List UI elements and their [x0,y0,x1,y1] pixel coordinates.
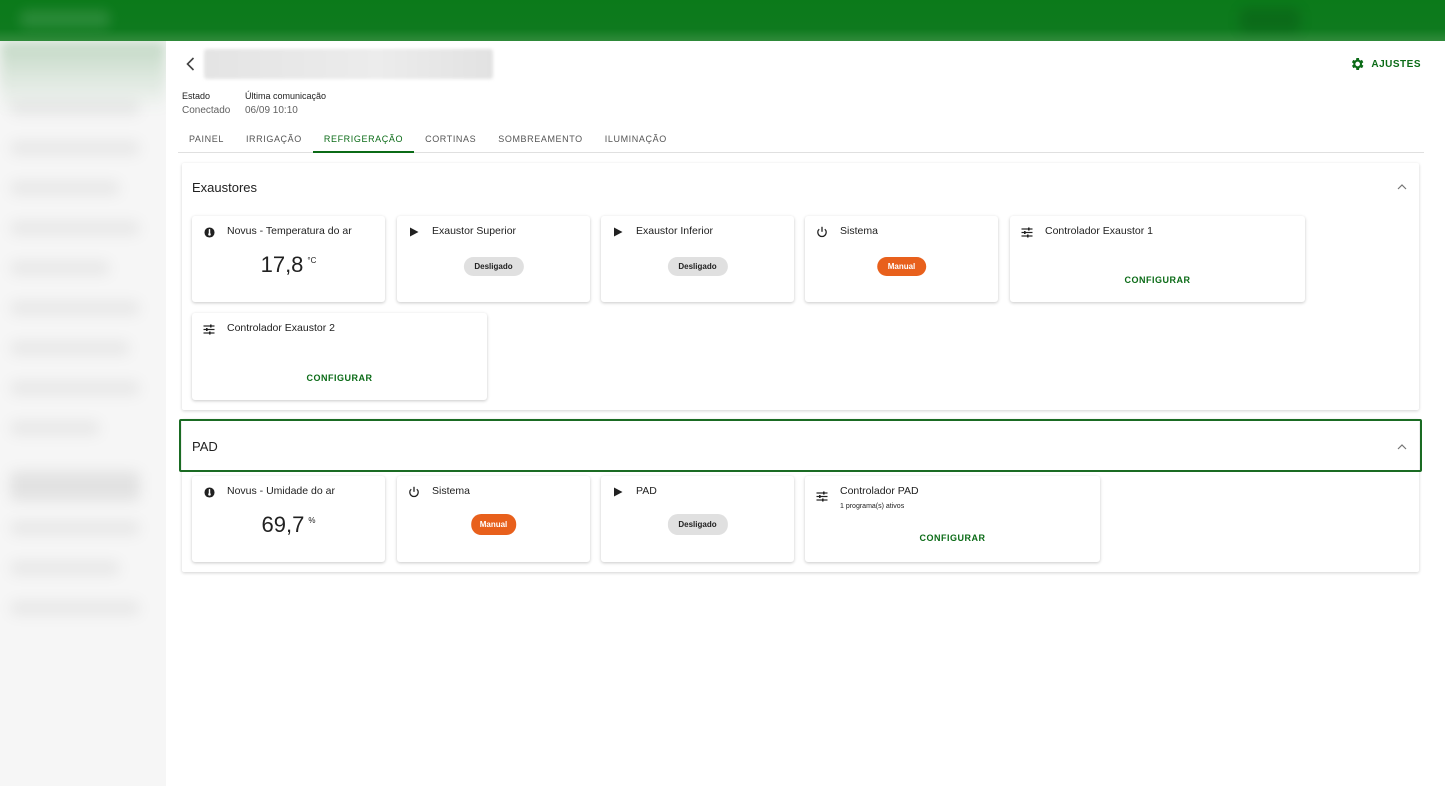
card-title: Controlador Exaustor 1 [1045,225,1153,237]
tab-cortinas[interactable]: CORTINAS [414,125,487,152]
tab-refrigeracao[interactable]: REFRIGERAÇÃO [312,125,415,153]
card-title: Exaustor Superior [432,225,517,237]
last-communication-block: Última comunicação 06/09 10:10 [245,91,326,116]
humidity-reading: 69,7% [192,512,385,538]
card-title: Controlador Exaustor 2 [227,322,335,334]
settings-label: AJUSTES [1371,58,1421,70]
status-chip[interactable]: Desligado [667,514,728,535]
reading-value: 69,7 [261,512,305,537]
reading-unit: % [308,516,316,525]
configure-button[interactable]: CONFIGURAR [192,373,487,383]
exaustores-title: Exaustores [192,180,258,195]
mode-chip[interactable]: Manual [876,257,927,276]
user-menu-blurred[interactable] [1240,8,1300,32]
configure-button[interactable]: CONFIGURAR [1010,275,1305,285]
temperature-sensor-card: Novus - Temperatura do ar 17,8 °C [192,216,385,302]
reading-value: 17,8 [260,252,304,277]
status-chip[interactable]: Desligado [667,257,728,276]
page-title [204,49,493,79]
controlador-exaustor-2-card: Controlador Exaustor 2 CONFIGURAR [192,313,487,400]
chevron-up-icon[interactable] [1397,443,1407,451]
state-block: Estado Conectado [182,91,230,116]
chevron-up-icon[interactable] [1397,183,1407,191]
controlador-pad-card: Controlador PAD 1 programa(s) ativos CON… [805,476,1100,562]
sidebar-navigation [0,41,166,786]
exaustor-inferior-card: Exaustor Inferior Desligado [601,216,794,302]
last-communication-value: 06/09 10:10 [245,105,298,116]
exaustores-panel: Exaustores Novus - Temperatura do ar 17,… [182,163,1419,410]
settings-button[interactable]: AJUSTES [1349,55,1421,73]
exaustor-superior-card: Exaustor Superior Desligado [397,216,590,302]
exaustores-panel-header[interactable]: Exaustores [182,163,1419,211]
pad-title: PAD [192,439,218,454]
pad-panel: PAD Novus - Umidade do ar 69,7% Sistema … [179,419,1422,572]
sistema-card: Sistema Manual [805,216,998,302]
pad-panel-header[interactable]: PAD [179,419,1422,472]
state-value: Conectado [182,105,231,116]
state-label: Estado [182,91,211,101]
thermometer-icon [203,226,215,238]
humidity-sensor-card: Novus - Umidade do ar 69,7% [192,476,385,562]
main-content: AJUSTES Estado Conectado Última comunica… [166,41,1445,786]
card-title: Novus - Umidade do ar [227,485,335,497]
configure-button[interactable]: CONFIGURAR [805,533,1100,543]
mode-chip[interactable]: Manual [470,514,517,535]
app-top-bar [0,0,1445,41]
temperature-reading: 17,8 °C [192,252,385,278]
card-title: Exaustor Inferior [636,225,714,237]
pad-sistema-card: Sistema Manual [397,476,590,562]
power-icon [816,226,828,238]
card-title: Sistema [432,485,470,497]
tab-iluminacao[interactable]: ILUMINAÇÃO [594,125,678,152]
sliders-icon [816,490,828,502]
tab-painel[interactable]: PAINEL [178,125,235,152]
play-icon [612,486,624,498]
pad-device-card: PAD Desligado [601,476,794,562]
card-title: Sistema [840,225,878,237]
sliders-icon [203,323,215,335]
tab-irrigacao[interactable]: IRRIGAÇÃO [235,125,313,152]
last-communication-label: Última comunicação [245,91,327,101]
thermometer-icon [203,486,215,498]
reading-unit: °C [307,256,317,265]
controlador-exaustor-1-card: Controlador Exaustor 1 CONFIGURAR [1010,216,1305,302]
card-title: Novus - Temperatura do ar [227,225,352,237]
power-icon [408,486,420,498]
app-logo-blurred [20,10,110,28]
gear-icon [1352,58,1364,70]
play-icon [612,226,624,238]
play-icon [408,226,420,238]
card-title: PAD [636,485,657,497]
tab-bar: PAINEL IRRIGAÇÃO REFRIGERAÇÃO CORTINAS S… [178,125,1424,153]
status-chip[interactable]: Desligado [463,257,524,276]
active-programs-text: 1 programa(s) ativos [840,503,905,510]
back-arrow-icon[interactable] [182,55,200,73]
sliders-icon [1021,226,1033,238]
tab-sombreamento[interactable]: SOMBREAMENTO [487,125,594,152]
card-title: Controlador PAD [840,485,919,497]
